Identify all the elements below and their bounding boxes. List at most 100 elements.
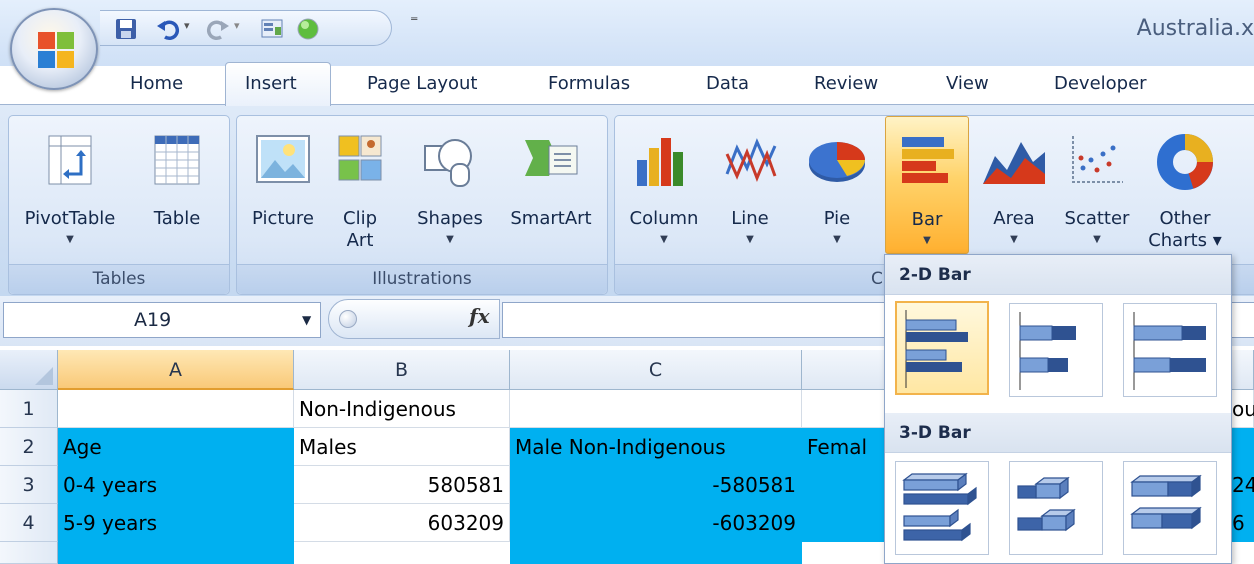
100-stacked-bar-option[interactable] (1123, 303, 1217, 397)
bar-chart-button[interactable]: Bar ▼ (885, 116, 969, 254)
formula-grip-icon[interactable] (339, 310, 357, 328)
pie-label: Pie (823, 208, 851, 229)
name-box[interactable]: A19 ▼ (3, 302, 321, 338)
3d-100-stacked-bar-option[interactable] (1123, 461, 1217, 555)
office-button[interactable] (10, 8, 98, 90)
clip-art-button[interactable]: Clip Art (329, 116, 391, 266)
window-title: Australia.x (1136, 16, 1254, 41)
redo-dropdown-icon[interactable]: ▾ (234, 19, 240, 32)
smartart-icon (525, 140, 578, 176)
select-all-button[interactable] (0, 350, 58, 390)
cell-a5[interactable] (58, 542, 294, 564)
clip-art-label: Clip Art (343, 208, 377, 251)
cell-e1-partial[interactable]: ou (1232, 390, 1254, 428)
macro-circle-icon[interactable] (296, 17, 320, 41)
clustered-bar-option[interactable] (895, 301, 989, 395)
pivottable-button[interactable]: PivotTable ▼ (15, 116, 125, 266)
tab-insert[interactable]: Insert (245, 73, 297, 94)
select-all-icon (35, 367, 53, 385)
cell-a4[interactable]: 5-9 years (58, 504, 294, 542)
cell-c1[interactable] (510, 390, 802, 428)
office-logo-icon (38, 32, 74, 68)
stacked-bar-option[interactable] (1009, 303, 1103, 397)
cell-e3-partial[interactable]: 24 (1232, 466, 1254, 504)
insert-function-icon[interactable]: fx (469, 304, 490, 328)
pie-dropdown-icon[interactable]: ▼ (795, 234, 879, 245)
scatter-label: Scatter (1064, 208, 1130, 229)
stacked-bar-icon (1019, 312, 1076, 390)
3d-clustered-bar-icon (902, 472, 977, 542)
section-3d-bar: 3-D Bar (885, 413, 1231, 453)
tab-page-layout[interactable]: Page Layout (367, 73, 478, 94)
row-header-4[interactable]: 4 (0, 504, 58, 542)
pivottable-dropdown-icon[interactable]: ▼ (15, 234, 125, 245)
3d-stacked-bar-icon (1017, 476, 1076, 532)
column-header-b[interactable]: B (294, 350, 510, 390)
smartart-button[interactable]: SmartArt (501, 116, 601, 266)
cell-b4[interactable]: 603209 (294, 504, 510, 542)
tab-view[interactable]: View (946, 73, 989, 94)
pivottable-label: PivotTable (24, 208, 116, 229)
scatter-chart-button[interactable]: Scatter ▼ (1057, 116, 1137, 266)
3d-stacked-bar-option[interactable] (1009, 461, 1103, 555)
line-chart-button[interactable]: Line ▼ (713, 116, 787, 266)
title-bar: ▾ ▾ ⁼ Australia.x (0, 0, 1254, 90)
area-dropdown-icon[interactable]: ▼ (977, 234, 1051, 245)
row-header-2[interactable]: 2 (0, 428, 58, 466)
save-icon[interactable] (114, 17, 138, 41)
clustered-bar-icon (905, 310, 968, 388)
tab-formulas[interactable]: Formulas (548, 73, 630, 94)
customize-qat-icon[interactable]: ⁼ (410, 12, 418, 31)
section-2d-bar: 2-D Bar (885, 255, 1231, 295)
area-chart-button[interactable]: Area ▼ (977, 116, 1051, 266)
row-header-5[interactable] (0, 542, 58, 564)
cell-c3[interactable]: -580581 (510, 466, 802, 504)
clip-art-icon (338, 135, 382, 181)
illustrations-group-label: Illustrations (237, 264, 607, 294)
cell-b2[interactable]: Males (294, 428, 510, 466)
line-label: Line (731, 208, 769, 229)
pie-chart-button[interactable]: Pie ▼ (795, 116, 879, 266)
column-header-c[interactable]: C (510, 350, 802, 390)
cell-c2[interactable]: Male Non-Indigenous (510, 428, 802, 466)
table-button[interactable]: Table (129, 116, 225, 266)
pie-chart-icon (809, 142, 865, 182)
line-dropdown-icon[interactable]: ▼ (713, 234, 787, 245)
scatter-dropdown-icon[interactable]: ▼ (1057, 234, 1137, 245)
row-header-1[interactable]: 1 (0, 390, 58, 428)
table-label: Table (153, 208, 201, 229)
name-box-dropdown-icon[interactable]: ▼ (302, 303, 311, 337)
tab-developer[interactable]: Developer (1054, 73, 1147, 94)
cell-c4[interactable]: -603209 (510, 504, 802, 542)
picture-button[interactable]: Picture (241, 116, 325, 266)
undo-icon[interactable] (156, 17, 180, 41)
form-icon[interactable] (260, 17, 284, 41)
other-charts-label: Other Charts ▾ (1148, 208, 1222, 251)
3d-clustered-bar-option[interactable] (895, 461, 989, 555)
group-illustrations: Picture Clip Art Shapes ▼ SmartArt Illus… (236, 115, 608, 295)
tab-review[interactable]: Review (814, 73, 878, 94)
column-dropdown-icon[interactable]: ▼ (619, 234, 709, 245)
picture-label: Picture (252, 208, 314, 229)
bar-dropdown-icon[interactable]: ▼ (886, 235, 968, 246)
column-chart-button[interactable]: Column ▼ (619, 116, 709, 266)
cell-c5[interactable] (510, 542, 802, 564)
tab-data[interactable]: Data (706, 73, 749, 94)
tables-group-label: Tables (9, 264, 229, 294)
tab-home[interactable]: Home (130, 73, 183, 94)
shapes-button[interactable]: Shapes ▼ (407, 116, 493, 266)
cell-a2[interactable]: Age (58, 428, 294, 466)
row-header-3[interactable]: 3 (0, 466, 58, 504)
redo-icon[interactable] (206, 17, 230, 41)
cell-b1[interactable]: Non-Indigenous (294, 390, 510, 428)
column-header-a[interactable]: A (58, 350, 294, 390)
bar-chart-icon (902, 137, 954, 183)
cell-e4-partial[interactable]: 6 (1232, 504, 1254, 542)
cell-b3[interactable]: 580581 (294, 466, 510, 504)
shapes-dropdown-icon[interactable]: ▼ (407, 234, 493, 245)
undo-dropdown-icon[interactable]: ▾ (184, 19, 190, 32)
quick-access-toolbar: ▾ ▾ (100, 10, 392, 46)
cell-a3[interactable]: 0-4 years (58, 466, 294, 504)
cell-a1[interactable] (58, 390, 294, 428)
other-charts-button[interactable]: Other Charts ▾ (1143, 116, 1227, 266)
